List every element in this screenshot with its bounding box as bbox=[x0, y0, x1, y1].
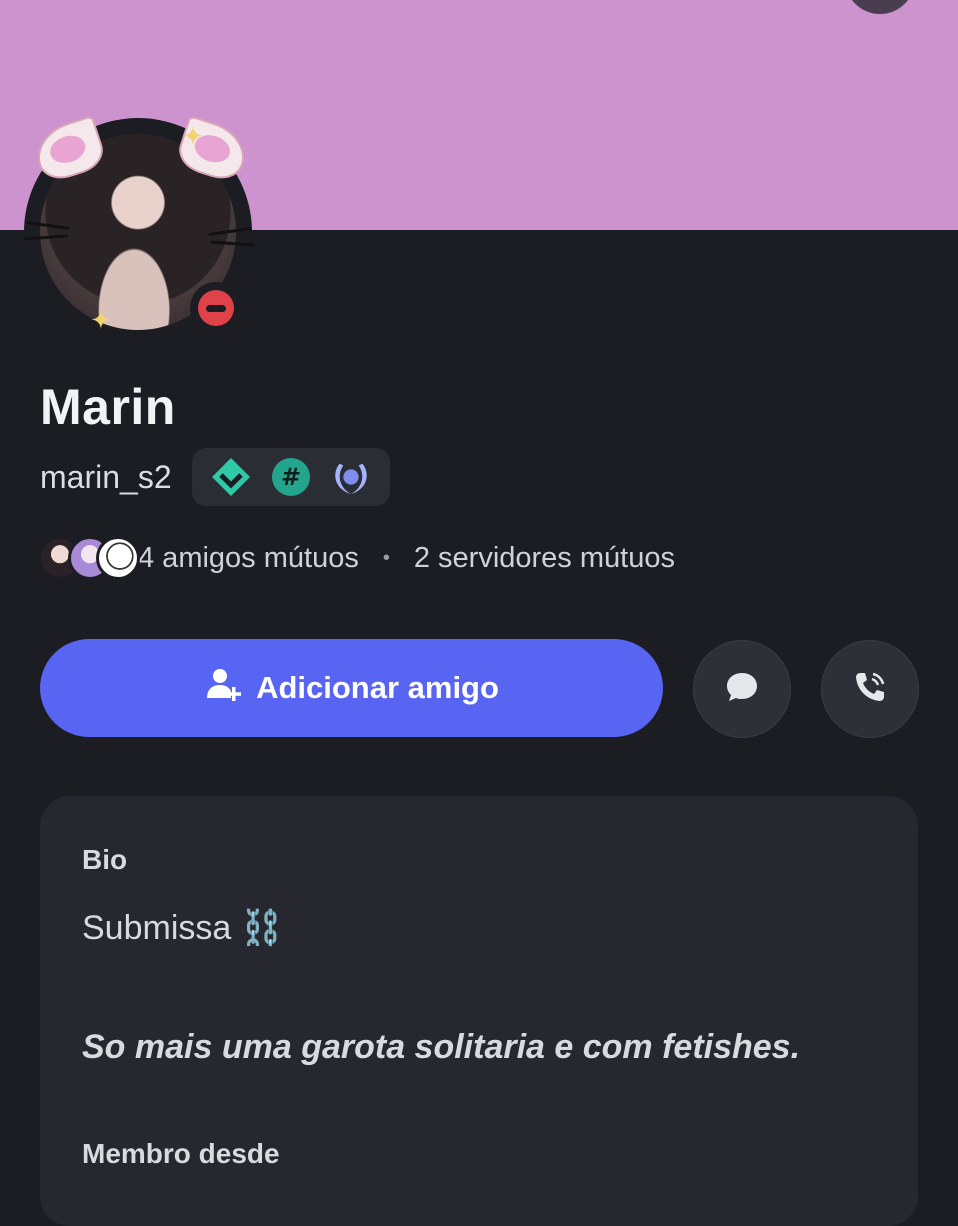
message-button[interactable] bbox=[693, 640, 791, 738]
quest-laurel-icon[interactable] bbox=[330, 456, 372, 498]
mutual-servers-count[interactable]: 2 servidores mútuos bbox=[414, 542, 675, 575]
avatar[interactable]: ✦ ✦ bbox=[18, 112, 258, 352]
chat-bubble-icon bbox=[724, 669, 760, 709]
member-since-label: Membro desde bbox=[82, 1138, 280, 1169]
status-dnd-icon bbox=[190, 282, 242, 334]
mutual-friends-count[interactable]: 4 amigos mútuos bbox=[138, 542, 359, 575]
svg-text:#: # bbox=[281, 463, 301, 491]
username-row: marin_s2 # bbox=[40, 448, 390, 506]
sparkle-icon: ✦ bbox=[90, 306, 112, 336]
call-button[interactable] bbox=[821, 640, 919, 738]
bio-line-1: Submissa ⛓️ bbox=[82, 909, 284, 947]
add-friend-icon bbox=[204, 665, 242, 711]
hypesquad-balance-icon[interactable] bbox=[210, 456, 252, 498]
sparkle-icon: ✦ bbox=[182, 122, 204, 152]
about-card: Bio Submissa ⛓️ So mais uma garota solit… bbox=[40, 796, 918, 1226]
bio-label: Bio bbox=[82, 844, 128, 875]
mutual-text: 4 amigos mútuos • 2 servidores mútuos bbox=[138, 542, 675, 575]
mutuals-row[interactable]: 4 amigos mútuos • 2 servidores mútuos bbox=[38, 536, 675, 580]
mutual-avatar bbox=[96, 536, 140, 580]
badge-list: # bbox=[191, 448, 390, 506]
active-developer-icon[interactable]: # bbox=[270, 456, 312, 498]
mutual-friend-avatars bbox=[38, 536, 140, 580]
bio-line-2: So mais uma garota solitaria e com fetis… bbox=[82, 1028, 801, 1066]
phone-call-icon bbox=[852, 669, 888, 709]
separator-dot: • bbox=[382, 546, 390, 569]
add-friend-button[interactable]: Adicionar amigo bbox=[40, 639, 663, 737]
username: marin_s2 bbox=[40, 458, 172, 495]
add-friend-label: Adicionar amigo bbox=[256, 670, 499, 705]
bio-text: Submissa ⛓️ bbox=[82, 908, 283, 948]
display-name: Marin bbox=[40, 379, 176, 435]
